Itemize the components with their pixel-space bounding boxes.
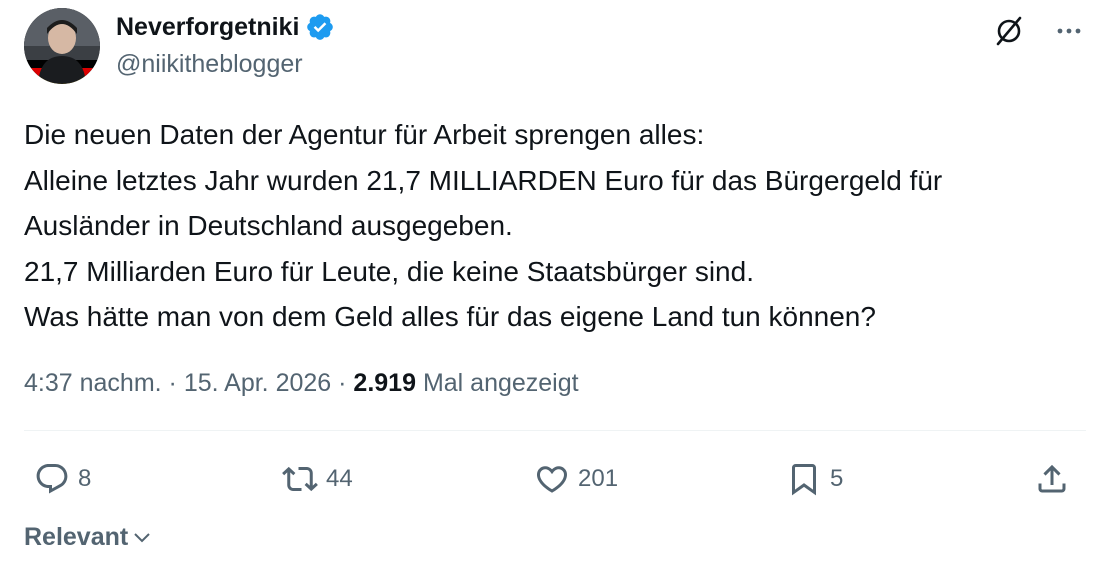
author-name-row[interactable]: Neverforgetniki bbox=[116, 10, 335, 44]
sort-relevant-dropdown[interactable]: Relevant bbox=[24, 520, 152, 554]
tweet-action-bar: 8 44 201 5 bbox=[24, 454, 1086, 504]
reply-count: 8 bbox=[78, 465, 92, 492]
divider bbox=[24, 430, 1086, 431]
verified-badge-icon[interactable] bbox=[305, 12, 335, 42]
grok-icon[interactable] bbox=[990, 12, 1028, 50]
meta-separator: · bbox=[338, 369, 347, 397]
tweet-meta: 4:37 nachm. · 15. Apr. 2026 · 2.919 Mal … bbox=[24, 366, 579, 400]
more-icon[interactable] bbox=[1050, 12, 1088, 50]
tweet-text-line: Was hätte man von dem Geld alles für das… bbox=[24, 301, 876, 332]
sort-label: Relevant bbox=[24, 523, 129, 551]
tweet-text: Die neuen Daten der Agentur für Arbeit s… bbox=[24, 112, 1084, 340]
tweet-text-line: Alleine letztes Jahr wurden 21,7 MILLIAR… bbox=[24, 164, 943, 196]
reply-button[interactable]: 8 bbox=[34, 454, 91, 504]
like-button[interactable]: 201 bbox=[534, 454, 618, 504]
bookmark-icon bbox=[792, 464, 816, 496]
views-count: 2.919 bbox=[353, 369, 416, 397]
tweet-top-actions bbox=[990, 12, 1088, 50]
author-display-name[interactable]: Neverforgetniki bbox=[116, 10, 299, 44]
tweet-text-line: Die neuen Daten der Agentur für Arbeit s… bbox=[24, 119, 705, 150]
like-icon bbox=[536, 466, 568, 493]
meta-separator: · bbox=[168, 369, 177, 397]
repost-count: 44 bbox=[326, 465, 353, 492]
tweet-text-line: 21,7 Milliarden Euro für Leute, die kein… bbox=[24, 255, 754, 287]
views-label: Mal angezeigt bbox=[422, 369, 579, 397]
tweet-time[interactable]: 4:37 nachm. bbox=[24, 369, 162, 397]
repost-icon bbox=[282, 466, 318, 492]
avatar-image bbox=[24, 8, 100, 84]
share-button[interactable] bbox=[1034, 454, 1070, 504]
avatar[interactable] bbox=[24, 8, 100, 84]
bookmark-count: 5 bbox=[830, 465, 844, 492]
repost-button[interactable]: 44 bbox=[282, 454, 353, 504]
chevron-down-icon bbox=[134, 533, 150, 543]
like-count: 201 bbox=[578, 465, 619, 492]
tweet-text-line: Ausländer in Deutschland ausgegeben. bbox=[24, 210, 513, 241]
share-icon bbox=[1038, 464, 1066, 493]
bookmark-button[interactable]: 5 bbox=[786, 454, 843, 504]
author-handle[interactable]: @niikitheblogger bbox=[116, 48, 303, 80]
tweet-date[interactable]: 15. Apr. 2026 bbox=[184, 369, 331, 397]
reply-icon bbox=[36, 464, 68, 494]
